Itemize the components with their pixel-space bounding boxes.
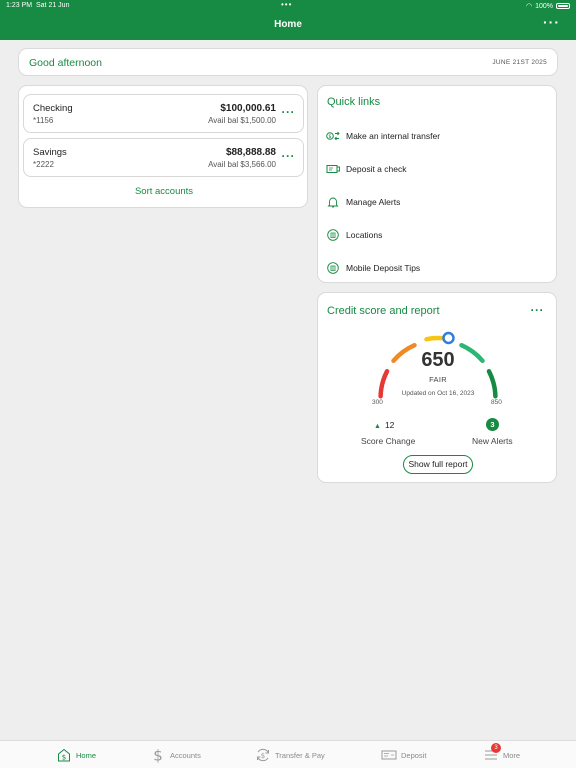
- gauge-marker: [442, 331, 455, 345]
- sort-accounts-link[interactable]: Sort accounts: [19, 186, 309, 197]
- svg-text:$: $: [153, 747, 163, 763]
- header-more-icon[interactable]: ···: [543, 14, 560, 30]
- svg-text:$: $: [62, 754, 66, 762]
- quick-link-deposit-tips[interactable]: Mobile Deposit Tips: [318, 260, 558, 280]
- greeting-date: JUNE 21ST 2025: [492, 59, 547, 66]
- quick-link-alerts[interactable]: Manage Alerts: [318, 194, 558, 214]
- quick-link-label: Make an internal transfer: [346, 131, 441, 141]
- show-full-report-button[interactable]: Show full report: [403, 455, 473, 474]
- account-number: *2222: [33, 160, 54, 169]
- account-available: Avail bal $1,500.00: [208, 116, 276, 125]
- credit-updated: Updated on Oct 16, 2023: [401, 390, 475, 397]
- status-bar: 1:23 PM Sat 21 Jun ••• ◠ 100%: [0, 0, 576, 12]
- account-savings[interactable]: Savings *2222 $88,888.88 Avail bal $3,56…: [23, 138, 304, 177]
- account-checking[interactable]: Checking *1156 $100,000.61 Avail bal $1,…: [23, 94, 304, 133]
- account-balance: $88,888.88: [225, 147, 276, 158]
- greeting-card: Good afternoon JUNE 21ST 2025: [18, 48, 558, 76]
- deposit-icon: [381, 750, 397, 760]
- score-change-value: 12: [384, 420, 395, 430]
- check-deposit-icon: [326, 165, 340, 173]
- account-name: Checking: [33, 103, 73, 114]
- tab-label: Accounts: [170, 750, 201, 760]
- tab-transfer-pay[interactable]: $ Transfer & Pay: [255, 746, 325, 764]
- tab-home[interactable]: $ Home: [56, 746, 96, 764]
- greeting-text: Good afternoon: [29, 57, 102, 69]
- accounts-card: Checking *1156 $100,000.61 Avail bal $1,…: [18, 85, 308, 208]
- account-number: *1156: [33, 116, 54, 125]
- home-icon: $: [58, 748, 70, 762]
- status-date: Sat 21 Jun: [36, 2, 70, 9]
- account-more-icon[interactable]: ···: [282, 149, 296, 163]
- new-alerts-count: 3: [486, 418, 499, 431]
- transfer-pay-icon: $: [257, 748, 269, 762]
- triangle-up-icon: ▲: [374, 423, 381, 430]
- score-change-label: Score Change: [361, 436, 416, 446]
- tab-bar: $ Home $ Accounts $ Transfer & Pay Depos…: [0, 740, 576, 768]
- quick-link-label: Deposit a check: [346, 164, 407, 174]
- quick-link-deposit-check[interactable]: Deposit a check: [318, 161, 558, 181]
- menu-icon: 3: [483, 743, 501, 763]
- score-change: ▲ 12: [374, 420, 394, 430]
- account-available: Avail bal $3,566.00: [208, 160, 276, 169]
- credit-band: FAIR: [429, 375, 447, 384]
- credit-title: Credit score and report: [327, 305, 440, 317]
- tab-label: More: [503, 750, 521, 760]
- tab-label: Home: [76, 750, 97, 760]
- quick-link-label: Locations: [346, 230, 383, 240]
- account-name: Savings: [33, 147, 67, 158]
- svg-text:$: $: [328, 134, 331, 140]
- quick-links-card: Quick links $ Make an internal transfer …: [317, 85, 557, 283]
- battery-icon: [556, 3, 570, 9]
- svg-text:$: $: [261, 752, 265, 760]
- status-time: 1:23 PM: [6, 2, 33, 9]
- tab-deposit[interactable]: Deposit: [381, 746, 426, 764]
- quick-links-title: Quick links: [327, 96, 381, 108]
- battery-percent: 100%: [535, 2, 553, 10]
- quick-link-label: Manage Alerts: [346, 197, 401, 207]
- status-right: ◠ 100%: [526, 2, 570, 10]
- transfer-icon: $: [326, 131, 340, 141]
- new-alerts-label: New Alerts: [472, 436, 513, 446]
- account-balance: $100,000.61: [220, 103, 276, 114]
- gauge-max-label: 850: [491, 399, 502, 406]
- quick-link-transfer[interactable]: $ Make an internal transfer: [318, 128, 558, 148]
- gauge-min-label: 300: [372, 399, 383, 406]
- page-title: Home: [274, 19, 302, 30]
- multitasking-dots-icon[interactable]: •••: [281, 0, 292, 9]
- bank-icon: [327, 229, 339, 241]
- quick-link-label: Mobile Deposit Tips: [346, 263, 421, 273]
- credit-more-icon[interactable]: ···: [531, 303, 545, 317]
- credit-score: 650: [421, 349, 455, 371]
- tab-more[interactable]: 3 More: [483, 743, 521, 764]
- more-badge: 3: [491, 743, 501, 753]
- credit-score-card: Credit score and report ··· 650 FAIR Upd…: [317, 292, 557, 483]
- tab-accounts[interactable]: $ Accounts: [150, 746, 201, 764]
- tab-label: Deposit: [401, 750, 427, 760]
- top-bar: 1:23 PM Sat 21 Jun ••• ◠ 100% Home ···: [0, 0, 576, 40]
- bank-icon: [327, 262, 339, 274]
- dollar-icon: $: [153, 747, 163, 763]
- account-more-icon[interactable]: ···: [282, 105, 296, 119]
- wifi-icon: ◠: [525, 3, 533, 10]
- bell-icon: [327, 197, 339, 208]
- tab-label: Transfer & Pay: [275, 750, 325, 760]
- quick-link-locations[interactable]: Locations: [318, 227, 558, 247]
